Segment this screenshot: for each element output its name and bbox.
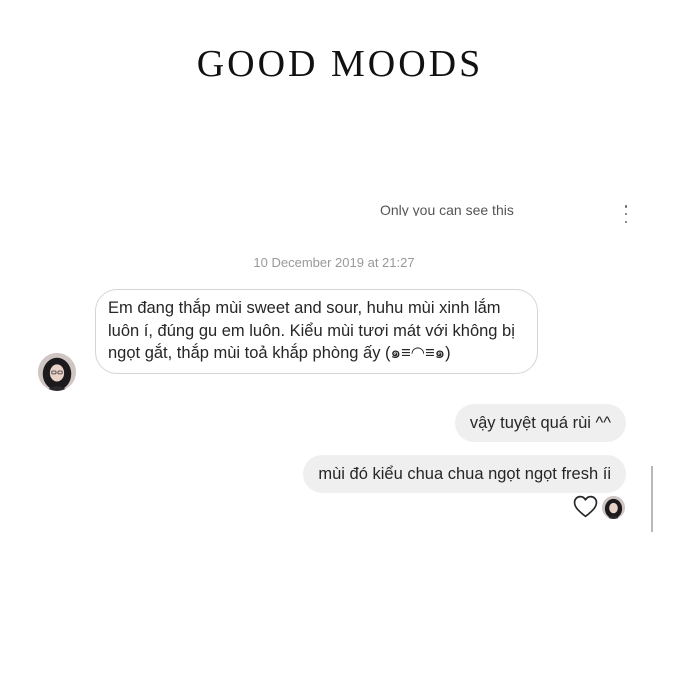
- more-dot: [624, 212, 628, 216]
- outgoing-message[interactable]: vậy tuyệt quá rùi ^^: [454, 404, 626, 442]
- avatar-image: [38, 353, 76, 391]
- more-dot: [624, 220, 628, 223]
- avatar-image: [602, 496, 625, 519]
- message-timestamp: 10 December 2019 at 21:27: [253, 255, 415, 270]
- seen-avatar: [602, 496, 625, 519]
- scrollbar[interactable]: [651, 466, 653, 532]
- more-vertical-icon[interactable]: [620, 205, 632, 223]
- incoming-message[interactable]: Em đang thắp mùi sweet and sour, huhu mù…: [95, 289, 538, 374]
- heart-outline-icon[interactable]: [573, 495, 598, 518]
- outgoing-message[interactable]: mùi đó kiểu chua chua ngọt ngọt fresh íi: [303, 455, 626, 493]
- brand-title: GOOD MOODS: [196, 43, 484, 85]
- more-dot: [624, 205, 628, 208]
- sender-avatar[interactable]: [38, 353, 76, 391]
- private-note: Only you can see this: [380, 202, 514, 216]
